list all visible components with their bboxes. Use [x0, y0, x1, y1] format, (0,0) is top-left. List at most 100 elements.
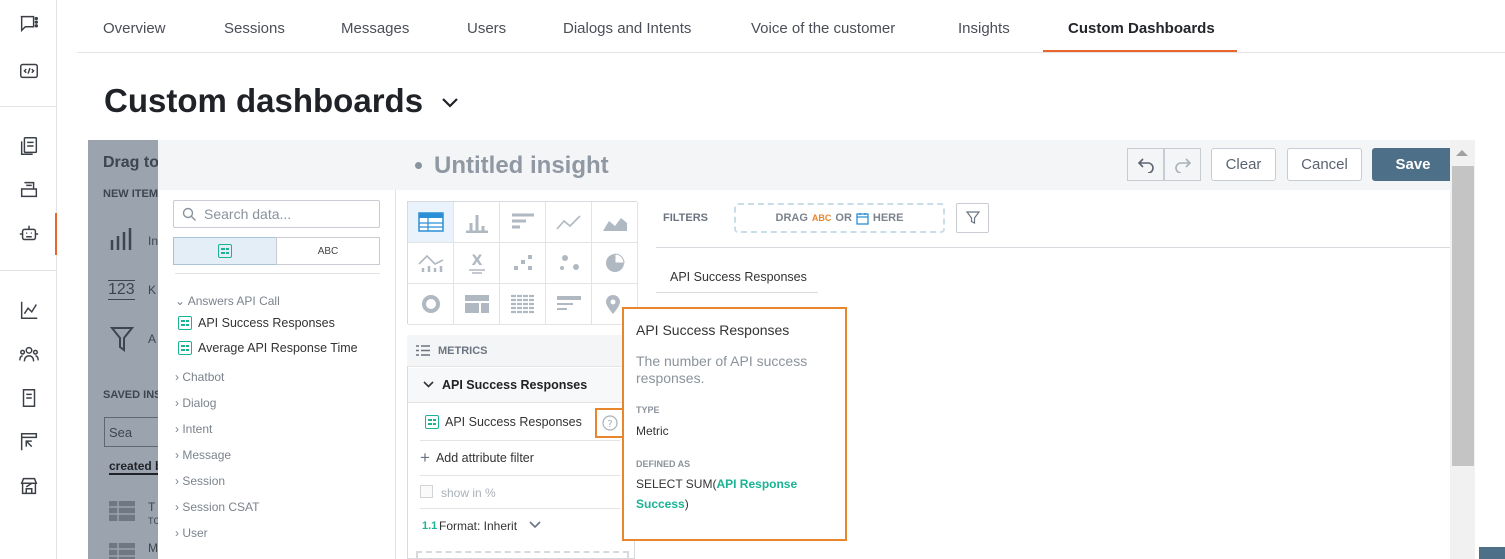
scroll-up-arrow-icon[interactable] — [1455, 149, 1469, 157]
scrollbar-thumb[interactable] — [1452, 166, 1474, 466]
bucket-dropzone[interactable] — [416, 551, 629, 559]
metrics-header: METRICS — [407, 335, 635, 367]
add-attribute-filter[interactable]: + Add attribute filter — [420, 449, 534, 466]
bubble-icon — [559, 255, 579, 270]
dashboard-sidebar-overlay: Drag to NEW ITEM In 123 K A SAVED INS Se… — [88, 140, 163, 559]
tab-overview[interactable]: Overview — [103, 20, 166, 37]
group-label: Message — [182, 448, 232, 462]
save-button[interactable]: Save — [1372, 148, 1454, 181]
dropzone-drag: DRAG — [775, 212, 808, 224]
vis-bubble[interactable] — [546, 243, 592, 284]
insight-title[interactable]: Untitled insight — [434, 152, 609, 180]
group-user[interactable]: › User — [175, 526, 208, 540]
users-icon[interactable] — [17, 342, 41, 366]
vis-line[interactable] — [546, 202, 592, 243]
vis-combo[interactable] — [408, 243, 454, 284]
vis-bar[interactable] — [500, 202, 546, 243]
drag-title: Drag to — [103, 154, 158, 171]
group-chatbot[interactable]: › Chatbot — [175, 370, 224, 384]
dropzone-or: OR — [835, 212, 852, 224]
redo-button[interactable] — [1164, 148, 1201, 181]
tab-insights[interactable]: Insights — [958, 20, 1010, 37]
chevron-down-icon[interactable] — [529, 521, 541, 529]
vis-pie[interactable] — [592, 243, 638, 284]
tab-messages[interactable]: Messages — [341, 20, 409, 37]
vis-area[interactable] — [592, 202, 638, 243]
chat-icon[interactable] — [17, 12, 41, 36]
tab-custom-dashboards[interactable]: Custom Dashboards — [1068, 20, 1215, 37]
toggle-attributes[interactable]: ABC — [276, 237, 380, 265]
metric-label: Average API Response Time — [198, 341, 358, 355]
analytics-icon[interactable] — [17, 298, 41, 322]
chevron-down-icon[interactable] — [441, 96, 459, 108]
tooltip-definition: SELECT SUM(API Response Success) — [636, 474, 836, 514]
vis-column[interactable] — [454, 202, 500, 243]
question-icon: ? — [602, 415, 618, 431]
search-data-field[interactable] — [173, 200, 380, 228]
toggle-metrics[interactable] — [173, 237, 277, 265]
saved-search[interactable]: Sea — [104, 417, 158, 447]
chevron-down-icon — [423, 381, 434, 388]
metric-item-header[interactable]: API Success Responses — [408, 368, 634, 403]
code-icon[interactable] — [17, 58, 41, 82]
group-dialog[interactable]: › Dialog — [175, 396, 216, 410]
vis-bullet[interactable] — [546, 284, 592, 325]
undo-button[interactable] — [1127, 148, 1164, 181]
group-label: Chatbot — [182, 370, 225, 384]
group-intent[interactable]: › Intent — [175, 422, 212, 436]
bot-icon[interactable] — [17, 222, 41, 246]
group-session[interactable]: › Session — [175, 474, 225, 488]
report-icon[interactable] — [17, 430, 41, 454]
group-session-csat[interactable]: › Session CSAT — [175, 500, 259, 514]
filters-dropzone[interactable]: DRAG ABC OR HERE — [734, 203, 945, 233]
svg-text:X: X — [471, 253, 482, 269]
vis-treemap[interactable] — [454, 284, 500, 325]
inbox-icon[interactable] — [17, 177, 41, 201]
vis-headline[interactable]: X — [454, 243, 500, 284]
table-column-header[interactable]: API Success Responses — [670, 270, 807, 284]
group-message[interactable]: › Message — [175, 448, 231, 462]
metric-average-api-response-time[interactable]: Average API Response Time — [178, 341, 358, 355]
new-item-insight[interactable]: In — [148, 234, 158, 248]
group-label: Session CSAT — [182, 500, 260, 514]
vis-scatter[interactable] — [500, 243, 546, 284]
filters-label: FILTERS — [663, 212, 709, 224]
group-answers-api-call[interactable]: ⌄ Answers API Call — [175, 294, 280, 308]
help-button[interactable]: ? — [595, 408, 625, 438]
tab-users[interactable]: Users — [467, 20, 506, 37]
funnel-icon — [110, 327, 134, 352]
cancel-button[interactable]: Cancel — [1287, 148, 1362, 181]
tab-sessions[interactable]: Sessions — [224, 20, 285, 37]
line-chart-icon — [555, 215, 581, 230]
new-items-label: NEW ITEM — [103, 188, 158, 200]
measure-filter-button[interactable] — [956, 203, 989, 233]
list-icon — [416, 345, 430, 356]
metric-definition-row[interactable]: API Success Responses — [425, 415, 582, 429]
documents-icon[interactable] — [17, 134, 41, 158]
saved-search-placeholder: Sea — [109, 425, 133, 440]
corner-button[interactable] — [1479, 547, 1505, 559]
visualization-picker: X — [407, 201, 638, 325]
bar-chart-icon — [110, 228, 132, 250]
search-data-input[interactable] — [204, 206, 374, 222]
vis-heatmap[interactable] — [500, 284, 546, 325]
book-icon[interactable] — [17, 386, 41, 410]
dropzone-here: HERE — [872, 212, 904, 224]
clear-button[interactable]: Clear — [1211, 148, 1276, 181]
metric-item-title: API Success Responses — [442, 378, 588, 392]
sort-created-by[interactable]: created b — [109, 459, 163, 475]
format-dropdown[interactable]: Format: Inherit — [439, 519, 517, 533]
saved-insight-1[interactable]: T — [148, 500, 155, 514]
tab-voice-of-customer[interactable]: Voice of the customer — [751, 20, 895, 37]
saved-insight-2[interactable]: M — [148, 541, 158, 555]
new-item-kpi[interactable]: K — [148, 283, 156, 297]
vis-table[interactable] — [408, 202, 454, 243]
vis-donut[interactable] — [408, 284, 454, 325]
store-icon[interactable] — [17, 474, 41, 498]
divider — [420, 440, 620, 441]
new-item-attribute[interactable]: A — [148, 332, 156, 346]
tooltip-type-value: Metric — [636, 424, 669, 438]
tab-dialogs-intents[interactable]: Dialogs and Intents — [563, 20, 691, 37]
metric-api-success-responses[interactable]: API Success Responses — [178, 316, 335, 330]
show-percent-checkbox[interactable] — [420, 485, 433, 498]
